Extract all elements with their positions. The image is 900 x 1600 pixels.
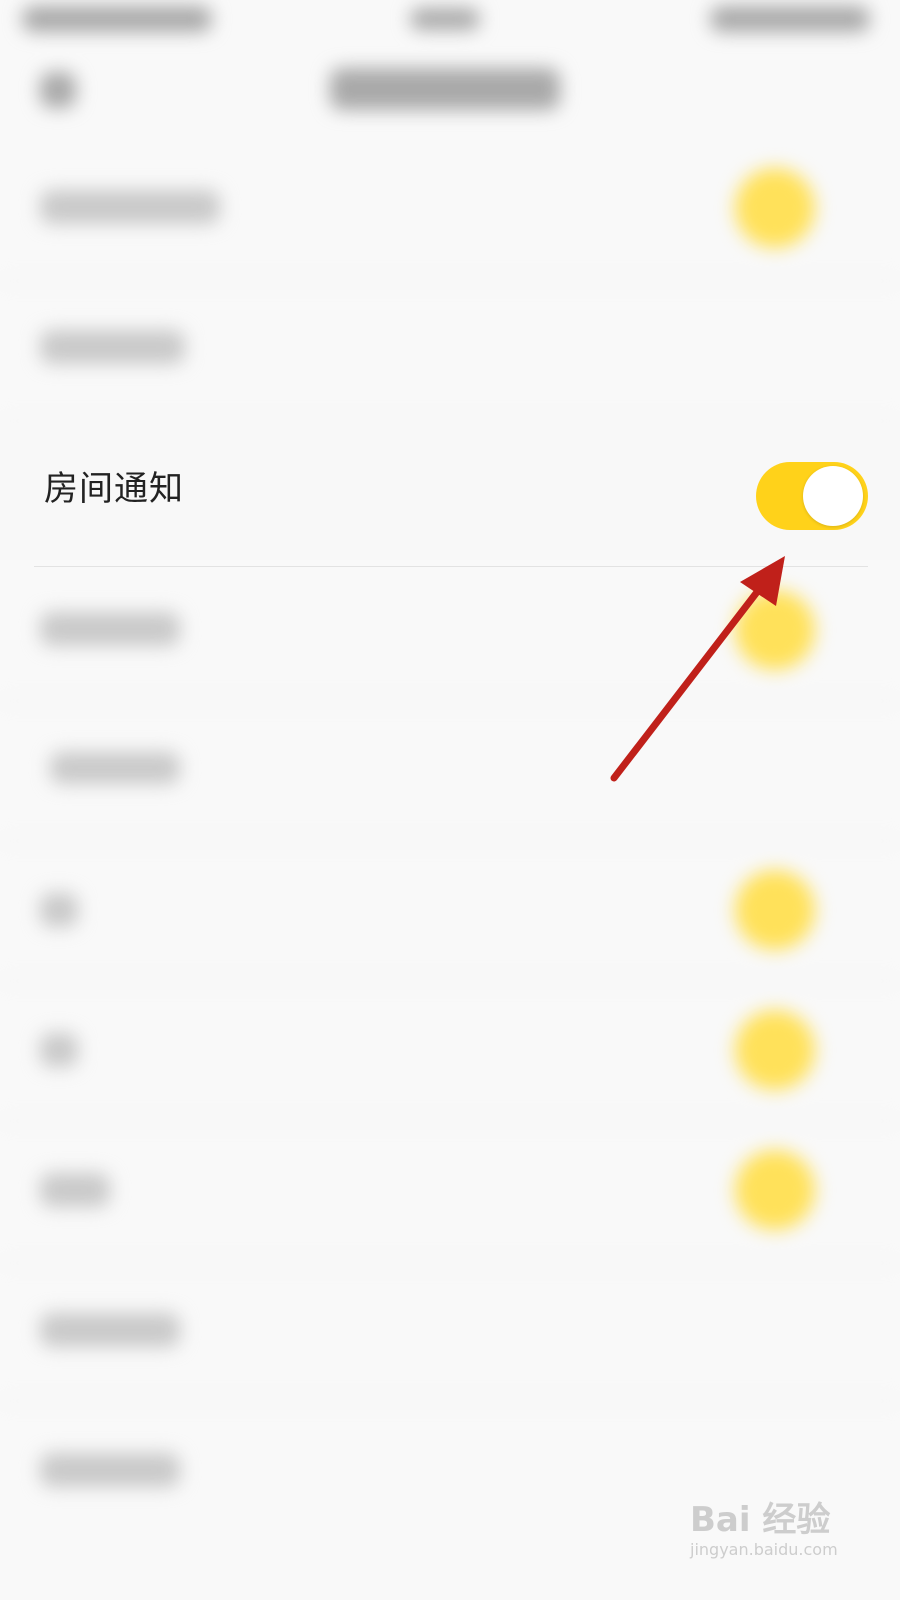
blurred-background <box>0 0 900 1600</box>
setting-row-6-toggle[interactable] <box>735 870 815 950</box>
row-separator <box>0 980 900 982</box>
toggle-knob <box>803 466 863 526</box>
watermark-logo: Bai 经验 <box>690 1500 831 1540</box>
row-separator <box>0 280 900 282</box>
row-separator <box>0 840 900 842</box>
row-separator <box>0 420 900 422</box>
setting-row-2-label <box>40 330 185 364</box>
page-title <box>330 68 560 110</box>
setting-row-8-label <box>40 1173 110 1207</box>
setting-row-1-label <box>40 190 220 224</box>
row-separator <box>0 1262 900 1264</box>
status-bar-right <box>710 6 870 32</box>
setting-row-8-toggle[interactable] <box>735 1150 815 1230</box>
row-separator <box>0 700 900 702</box>
setting-row-1-toggle[interactable] <box>735 168 815 248</box>
row-divider <box>34 566 868 567</box>
row-separator <box>0 1400 900 1402</box>
status-bar-left <box>22 6 212 32</box>
setting-row-6-label <box>40 893 78 927</box>
row-separator <box>0 1120 900 1122</box>
setting-row-10-label <box>40 1453 180 1487</box>
setting-row-7-toggle[interactable] <box>735 1010 815 1090</box>
setting-row-9-label <box>40 1313 180 1347</box>
settings-screen: 房间通知 Bai 经验 jingyan.baidu.com <box>0 0 900 1600</box>
baidu-watermark: Bai 经验 jingyan.baidu.com <box>690 1500 880 1560</box>
status-bar-center <box>410 8 480 30</box>
watermark-url: jingyan.baidu.com <box>690 1540 838 1559</box>
room-notification-label: 房间通知 <box>44 469 184 509</box>
setting-row-4-label <box>40 612 180 646</box>
setting-row-7-label <box>40 1033 78 1067</box>
room-notification-toggle[interactable] <box>756 462 868 530</box>
back-icon <box>40 72 76 108</box>
setting-row-4-toggle[interactable] <box>735 590 815 670</box>
setting-row-5-label <box>50 752 180 784</box>
